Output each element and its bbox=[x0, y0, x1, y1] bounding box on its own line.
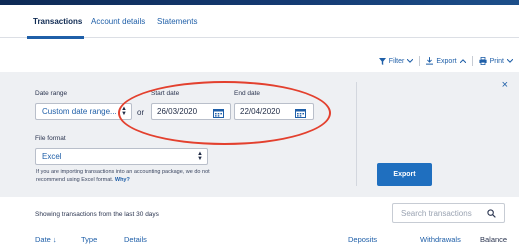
column-deposits[interactable]: Deposits bbox=[348, 235, 377, 244]
file-format-value: Excel bbox=[42, 152, 62, 161]
column-details[interactable]: Details bbox=[124, 235, 147, 244]
search-placeholder: Search transactions bbox=[401, 209, 472, 218]
export-button[interactable]: Export bbox=[377, 163, 432, 186]
end-date-label: End date bbox=[234, 90, 261, 97]
panel-divider bbox=[356, 82, 357, 186]
chevron-up-icon bbox=[459, 59, 466, 63]
calendar-icon[interactable] bbox=[213, 108, 224, 118]
printer-icon bbox=[478, 57, 487, 65]
toolbar: Filter Export Print bbox=[378, 55, 513, 67]
magnifier-icon[interactable] bbox=[487, 209, 496, 218]
chevron-down-icon bbox=[507, 59, 513, 63]
column-date[interactable]: Date ↓ bbox=[35, 235, 57, 244]
toolbar-divider bbox=[419, 56, 421, 66]
select-arrows-icon: ▲ ▼ bbox=[197, 151, 203, 162]
download-icon bbox=[426, 57, 434, 65]
close-icon[interactable]: × bbox=[502, 80, 508, 91]
active-tab-indicator bbox=[27, 36, 84, 39]
file-format-select[interactable]: Excel ▲ ▼ bbox=[35, 148, 208, 165]
tab-account-details[interactable]: Account details bbox=[91, 17, 145, 26]
print-label: Print bbox=[489, 57, 504, 65]
toolbar-divider bbox=[471, 56, 473, 66]
filter-label: Filter bbox=[388, 57, 405, 65]
search-input[interactable]: Search transactions bbox=[392, 203, 505, 223]
filter-button[interactable]: Filter bbox=[378, 57, 414, 65]
why-link[interactable]: Why? bbox=[115, 177, 130, 183]
start-date-label: Start date bbox=[151, 90, 180, 97]
tab-transactions[interactable]: Transactions bbox=[33, 17, 82, 26]
tab-statements[interactable]: Statements bbox=[157, 17, 197, 26]
tab-bar: Transactions Account details Statements bbox=[0, 5, 519, 39]
column-type[interactable]: Type bbox=[81, 235, 97, 244]
print-button[interactable]: Print bbox=[478, 57, 513, 65]
calendar-icon[interactable] bbox=[295, 108, 306, 118]
excel-format-note: If you are importing transactions into a… bbox=[36, 169, 226, 184]
funnel-icon bbox=[378, 57, 386, 65]
export-toggle-button[interactable]: Export bbox=[426, 57, 466, 65]
file-format-label: File format bbox=[35, 135, 66, 142]
export-label: Export bbox=[436, 57, 457, 65]
date-range-label: Date range bbox=[35, 90, 68, 97]
column-withdrawals[interactable]: Withdrawals bbox=[420, 235, 461, 244]
select-arrows-icon: ▲ ▼ bbox=[121, 106, 127, 117]
date-range-value: Custom date range... bbox=[42, 107, 117, 116]
column-balance: Balance bbox=[480, 235, 508, 244]
chevron-down-icon bbox=[407, 59, 414, 63]
date-range-select[interactable]: Custom date range... ▲ ▼ bbox=[35, 103, 132, 120]
showing-text: Showing transactions from the last 30 da… bbox=[35, 211, 159, 218]
or-text: or bbox=[137, 108, 145, 117]
